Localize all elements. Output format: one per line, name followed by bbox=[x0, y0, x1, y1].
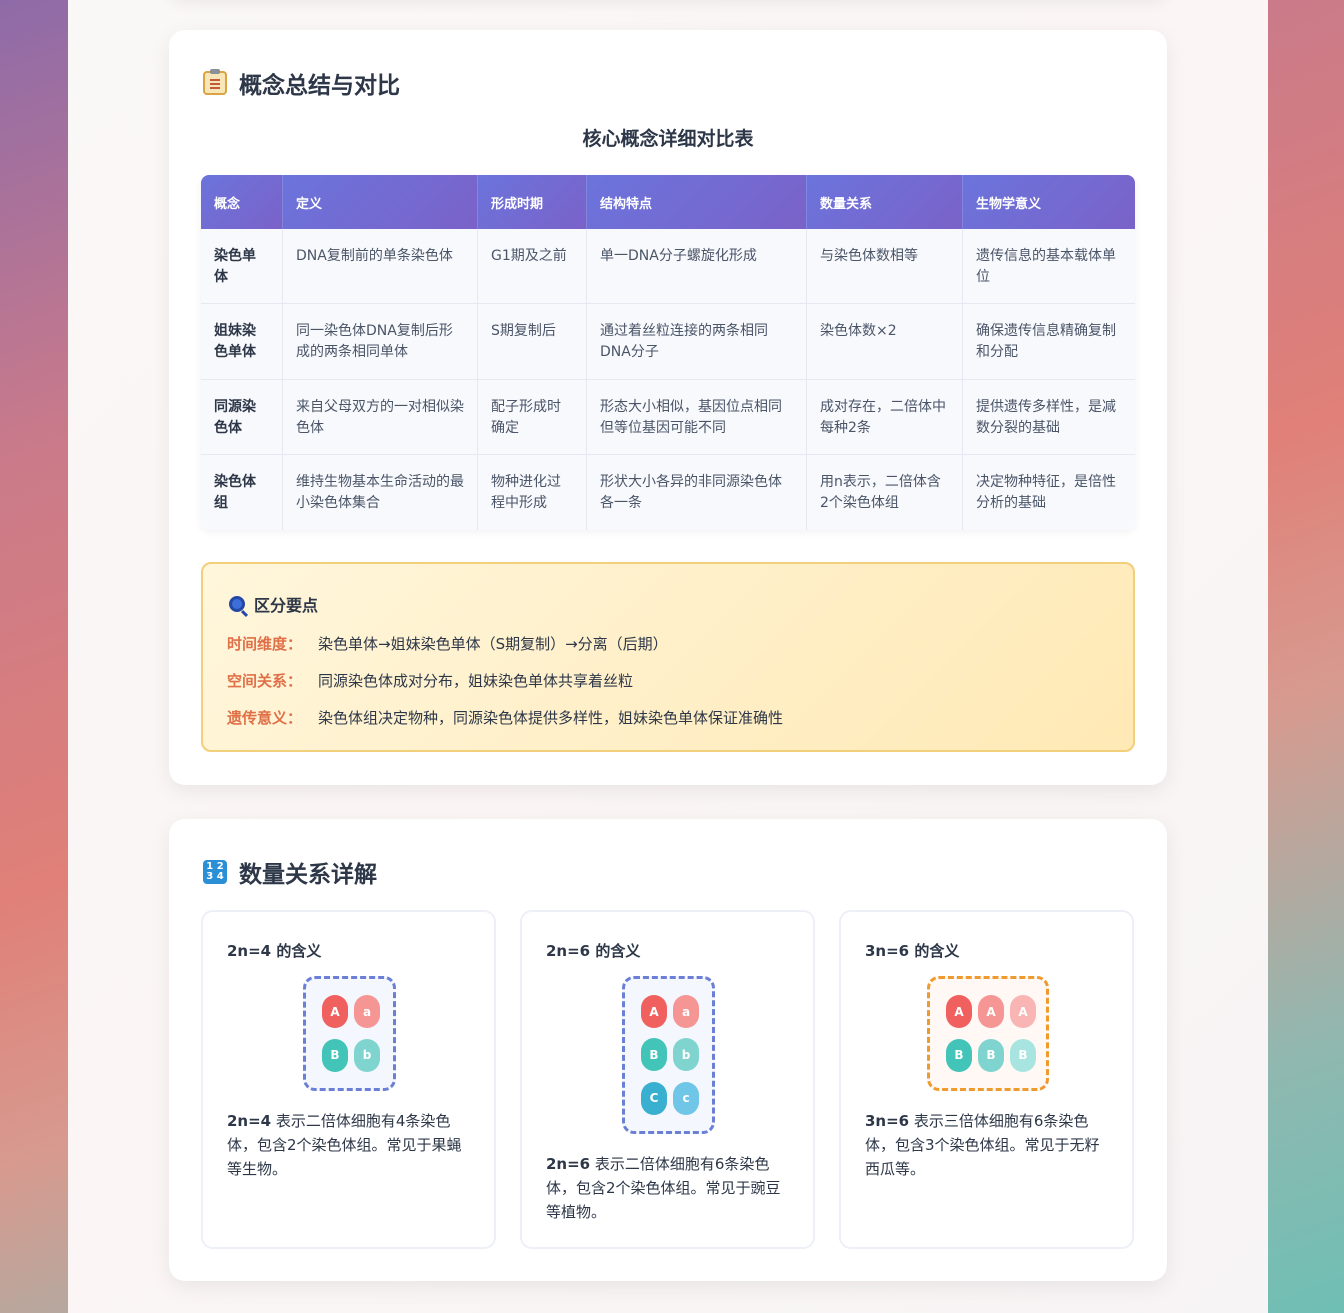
ploidy-card-title: 2n=4 的含义 bbox=[227, 942, 322, 960]
summary-card: 概念总结与对比 核心概念详细对比表 概念 定义 形成时期 结构特点 数量关系 生… bbox=[169, 30, 1167, 785]
table-cell: 同一染色体DNA复制后形成的两条相同单体 bbox=[283, 304, 478, 380]
table-cell: 形态大小相似，基因位点相同但等位基因可能不同 bbox=[587, 380, 807, 455]
ploidy-description: 2n=4 表示二倍体细胞有4条染色体，包含2个染色体组。常见于果蝇等生物。 bbox=[227, 1109, 473, 1181]
table-cell: 决定物种特征，是倍性分析的基础 bbox=[963, 455, 1135, 530]
table-cell: 染色体数×2 bbox=[807, 304, 963, 380]
key-point-text: 染色体组决定物种，同源染色体提供多样性，姐妹染色单体保证准确性 bbox=[318, 709, 784, 727]
chromosome: A bbox=[641, 995, 667, 1028]
summary-section-title: 概念总结与对比 bbox=[203, 66, 400, 100]
chromosome-diagram: A A A B B B bbox=[927, 976, 1049, 1091]
key-points-title-text: 区分要点 bbox=[254, 596, 319, 615]
key-point-item: 遗传意义： 染色体组决定物种，同源染色体提供多样性，姐妹染色单体保证准确性 bbox=[227, 707, 783, 728]
key-point-text: 染色单体→姐妹染色单体（S期复制）→分离（后期） bbox=[318, 635, 668, 653]
chromosome: c bbox=[673, 1081, 699, 1115]
magnifier-icon bbox=[229, 596, 245, 612]
ploidy-card: 3n=6 的含义 A A A B B B 3n=6 表示三倍体细胞有6条染色体，… bbox=[839, 910, 1134, 1249]
table-cell-concept: 同源染色体 bbox=[201, 380, 283, 455]
chromosome: b bbox=[354, 1038, 380, 1072]
ploidy-card: 2n=4 的含义 A a B b 2n=4 表示二倍体细胞有4条染色体，包含2个… bbox=[201, 910, 496, 1249]
table-row: 姐妹染色单体 同一染色体DNA复制后形成的两条相同单体 S期复制后 通过着丝粒连… bbox=[201, 304, 1135, 380]
chromosome: A bbox=[1010, 995, 1036, 1028]
table-row: 染色体组 维持生物基本生命活动的最小染色体集合 物种进化过程中形成 形状大小各异… bbox=[201, 455, 1135, 530]
ploidy-description: 2n=6 表示二倍体细胞有6条染色体，包含2个染色体组。常见于豌豆等植物。 bbox=[546, 1152, 792, 1224]
table-header-row: 概念 定义 形成时期 结构特点 数量关系 生物学意义 bbox=[201, 175, 1135, 229]
ploidy-card: 2n=6 的含义 A a B b C c 2n=6 表示二倍体细胞有6条染色体，… bbox=[520, 910, 815, 1249]
header-cell: 结构特点 bbox=[587, 175, 807, 229]
header-cell: 定义 bbox=[283, 175, 478, 229]
quantity-card: 1 2 3 4 数量关系详解 2n=4 的含义 A a B b 2n=4 表示二… bbox=[169, 819, 1167, 1281]
table-cell: 成对存在，二倍体中每种2条 bbox=[807, 380, 963, 455]
table-cell: G1期及之前 bbox=[478, 229, 587, 304]
table-cell: 遗传信息的基本载体单位 bbox=[963, 229, 1135, 304]
comparison-table: 概念 定义 形成时期 结构特点 数量关系 生物学意义 染色单体 DNA复制前的单… bbox=[201, 175, 1135, 530]
table-title: 核心概念详细对比表 bbox=[582, 128, 754, 150]
table-cell: 维持生物基本生命活动的最小染色体集合 bbox=[283, 455, 478, 530]
table-cell: 物种进化过程中形成 bbox=[478, 455, 587, 530]
table-cell: 配子形成时确定 bbox=[478, 380, 587, 455]
table-cell: DNA复制前的单条染色体 bbox=[283, 229, 478, 304]
key-point-label: 遗传意义： bbox=[227, 709, 303, 727]
table-cell: S期复制后 bbox=[478, 304, 587, 380]
page: 概念总结与对比 核心概念详细对比表 概念 定义 形成时期 结构特点 数量关系 生… bbox=[68, 0, 1268, 1313]
table-cell: 与染色体数相等 bbox=[807, 229, 963, 304]
quantity-title-text: 数量关系详解 bbox=[239, 862, 377, 888]
table-cell: 形状大小各异的非同源染色体各一条 bbox=[587, 455, 807, 530]
ploidy-description: 3n=6 表示三倍体细胞有6条染色体，包含3个染色体组。常见于无籽西瓜等。 bbox=[865, 1109, 1111, 1181]
chromosome: B bbox=[1010, 1038, 1036, 1072]
chromosome: B bbox=[946, 1038, 972, 1072]
chromosome: B bbox=[322, 1038, 348, 1072]
table-cell-concept: 姐妹染色单体 bbox=[201, 304, 283, 380]
chromosome: a bbox=[354, 995, 380, 1028]
table-cell: 通过着丝粒连接的两条相同DNA分子 bbox=[587, 304, 807, 380]
ploidy-formula: 3n=6 bbox=[865, 1112, 910, 1130]
chromosome: A bbox=[322, 995, 348, 1028]
key-point-label: 空间关系： bbox=[227, 672, 303, 690]
quantity-section-title: 1 2 3 4 数量关系详解 bbox=[203, 855, 377, 889]
key-point-label: 时间维度： bbox=[227, 635, 303, 653]
table-cell-concept: 染色体组 bbox=[201, 455, 283, 530]
header-cell: 概念 bbox=[201, 175, 283, 229]
numbers-icon: 1 2 3 4 bbox=[203, 860, 227, 884]
chromosome: b bbox=[673, 1038, 699, 1072]
key-point-text: 同源染色体成对分布，姐妹染色单体共享着丝粒 bbox=[318, 672, 634, 690]
chromosome-diagram: A a B b C c bbox=[622, 976, 715, 1134]
clipboard-icon bbox=[203, 69, 227, 95]
key-points-box: 区分要点 时间维度： 染色单体→姐妹染色单体（S期复制）→分离（后期） 空间关系：… bbox=[201, 562, 1135, 752]
chromosome: a bbox=[673, 995, 699, 1028]
summary-title-text: 概念总结与对比 bbox=[239, 73, 400, 99]
ploidy-formula: 2n=6 bbox=[546, 1155, 591, 1173]
table-cell: 来自父母双方的一对相似染色体 bbox=[283, 380, 478, 455]
table-cell-concept: 染色单体 bbox=[201, 229, 283, 304]
ploidy-card-title: 3n=6 的含义 bbox=[865, 942, 960, 960]
chromosome-diagram: A a B b bbox=[303, 976, 396, 1091]
key-point-item: 时间维度： 染色单体→姐妹染色单体（S期复制）→分离（后期） bbox=[227, 633, 668, 654]
table-row: 染色单体 DNA复制前的单条染色体 G1期及之前 单一DNA分子螺旋化形成 与染… bbox=[201, 229, 1135, 304]
table-cell: 确保遗传信息精确复制和分配 bbox=[963, 304, 1135, 380]
chromosome: A bbox=[978, 995, 1004, 1028]
chromosome: C bbox=[641, 1081, 667, 1115]
table-row: 同源染色体 来自父母双方的一对相似染色体 配子形成时确定 形态大小相似，基因位点… bbox=[201, 380, 1135, 455]
chromosome: B bbox=[978, 1038, 1004, 1072]
chromosome: B bbox=[641, 1038, 667, 1072]
ploidy-card-title: 2n=6 的含义 bbox=[546, 942, 641, 960]
chromosome: A bbox=[946, 995, 972, 1028]
header-cell: 数量关系 bbox=[807, 175, 963, 229]
key-points-title: 区分要点 bbox=[229, 592, 318, 616]
header-cell: 生物学意义 bbox=[963, 175, 1135, 229]
table-cell: 单一DNA分子螺旋化形成 bbox=[587, 229, 807, 304]
ploidy-formula: 2n=4 bbox=[227, 1112, 272, 1130]
table-cell: 用n表示，二倍体含2个染色体组 bbox=[807, 455, 963, 530]
header-cell: 形成时期 bbox=[478, 175, 587, 229]
key-point-item: 空间关系： 同源染色体成对分布，姐妹染色单体共享着丝粒 bbox=[227, 670, 633, 691]
table-cell: 提供遗传多样性，是减数分裂的基础 bbox=[963, 380, 1135, 455]
